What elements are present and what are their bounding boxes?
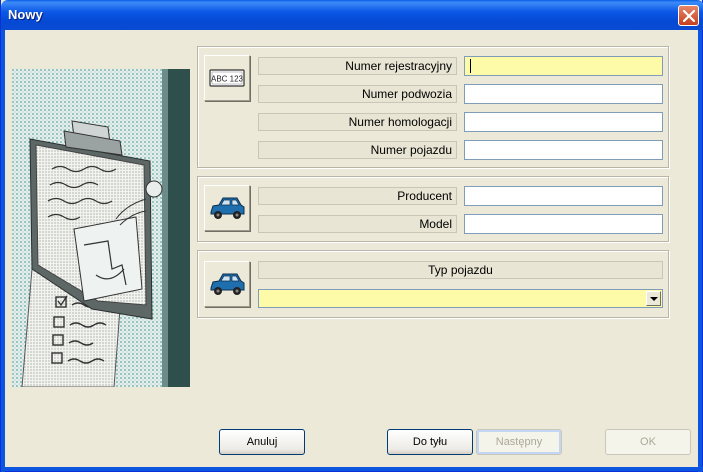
car-icon — [210, 273, 245, 295]
car-icon — [210, 197, 245, 219]
clipboard-illustration — [12, 69, 190, 387]
plate-text: ABC 123 — [211, 75, 244, 84]
label-registration-number: Numer rejestracyjny — [258, 57, 457, 75]
license-plate-button[interactable]: ABC 123 — [204, 55, 250, 101]
vehicle-button[interactable] — [204, 185, 250, 231]
ok-button[interactable]: OK — [605, 429, 691, 455]
close-icon — [683, 10, 695, 22]
vehicle-group: Producent Model — [197, 176, 669, 242]
vehicle-type-button[interactable] — [204, 261, 250, 307]
back-button[interactable]: Do tyłu — [387, 429, 473, 455]
cancel-button[interactable]: Anuluj — [219, 429, 305, 455]
label-model: Model — [258, 215, 457, 233]
label-chassis-number: Numer podwozia — [258, 85, 457, 103]
chassis-number-input[interactable] — [464, 84, 663, 104]
vehicle-type-group: Typ pojazdu — [197, 250, 669, 318]
dialog-window: Nowy ABC 123 Numer rejestracyjny Numer p… — [0, 0, 703, 472]
label-homologation-number: Numer homologacji — [258, 113, 457, 131]
next-button[interactable]: Następny — [476, 429, 562, 455]
clipboard-checklist-icon — [12, 69, 190, 387]
registration-number-input[interactable] — [464, 56, 663, 76]
title-bar[interactable]: Nowy — [1, 0, 703, 30]
close-button[interactable] — [678, 5, 699, 26]
vehicle-number-input[interactable] — [464, 140, 663, 160]
label-vehicle-number: Numer pojazdu — [258, 141, 457, 159]
label-vehicle-type: Typ pojazdu — [258, 261, 663, 279]
homologation-number-input[interactable] — [464, 112, 663, 132]
vehicle-type-select[interactable] — [258, 289, 663, 308]
producer-input[interactable] — [464, 186, 663, 206]
license-plate-icon: ABC 123 — [209, 69, 245, 87]
window-title: Nowy — [8, 7, 43, 22]
text-caret — [470, 59, 471, 73]
chevron-down-icon[interactable] — [646, 291, 661, 306]
model-input[interactable] — [464, 214, 663, 234]
registration-group: ABC 123 Numer rejestracyjny Numer podwoz… — [197, 46, 669, 168]
label-producer: Producent — [258, 187, 457, 205]
